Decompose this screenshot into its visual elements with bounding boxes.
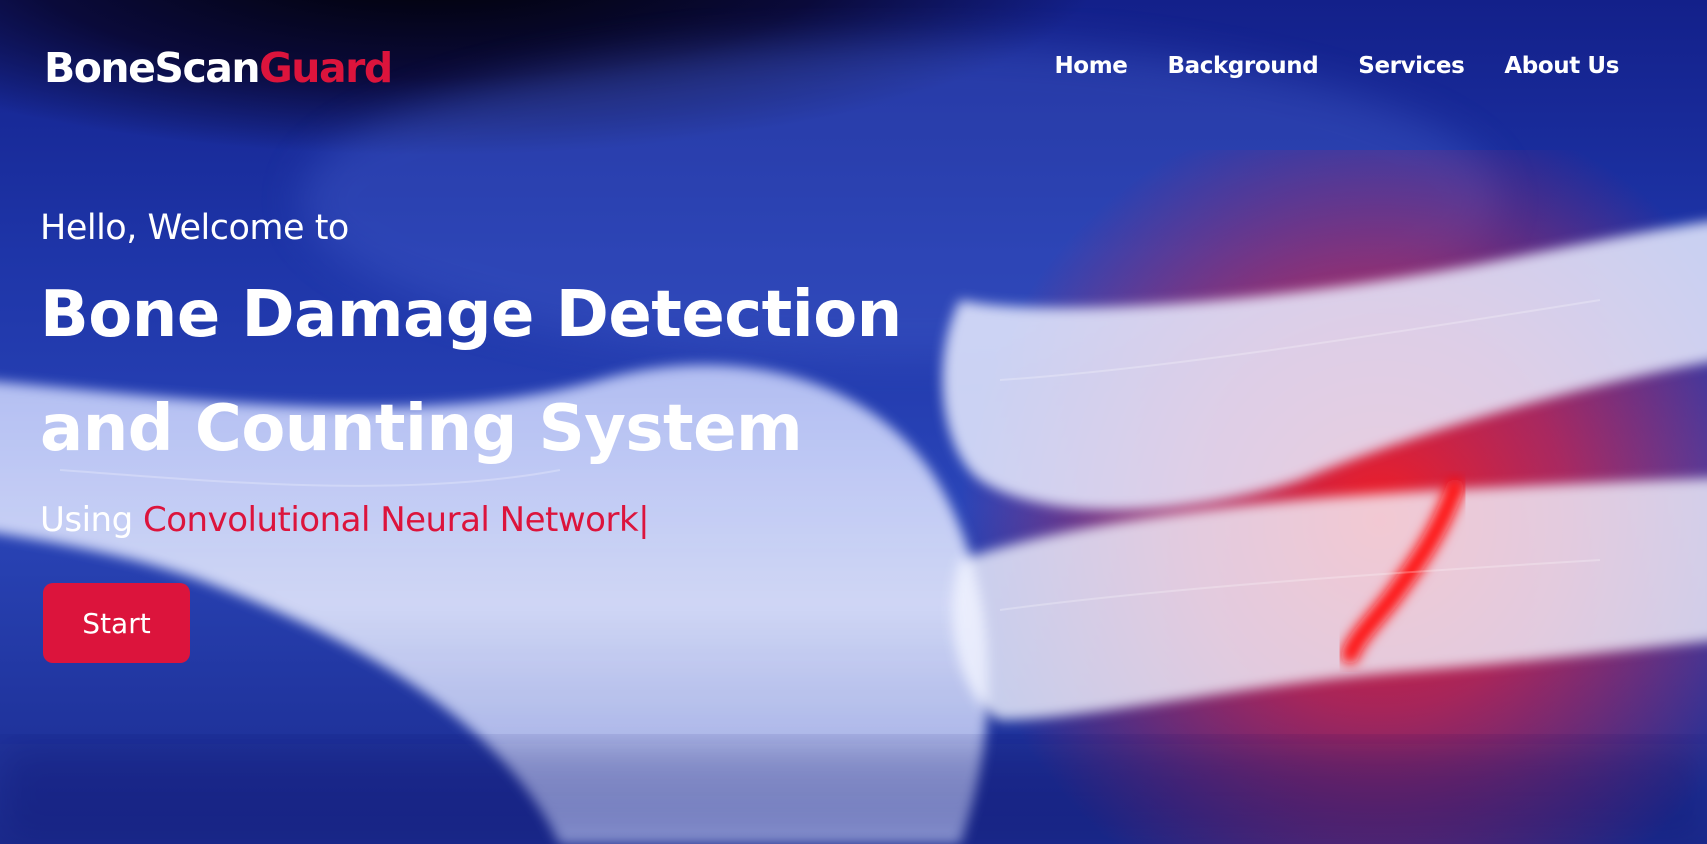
- hero-subtitle: Using Convolutional Neural Network|: [40, 492, 1040, 548]
- hero-title-line1: Bone Damage Detection: [40, 278, 902, 352]
- hero-subtitle-prefix: Using: [40, 500, 143, 540]
- hero-section: BoneScanGuard Home Background Services A…: [0, 0, 1707, 844]
- hero-subtitle-highlight: Convolutional Neural Network|: [142, 500, 650, 540]
- nav-link-home[interactable]: Home: [1054, 48, 1127, 84]
- brand-logo-part1: BoneScan: [44, 44, 261, 92]
- hero-greeting: Hello, Welcome to: [40, 208, 349, 248]
- nav-menu: Home Background Services About Us: [1054, 48, 1619, 84]
- hero-title: Bone Damage Detection and Counting Syste…: [40, 258, 1040, 486]
- nav-link-services[interactable]: Services: [1358, 48, 1465, 84]
- nav-link-about-us[interactable]: About Us: [1504, 48, 1619, 84]
- start-button[interactable]: Start: [43, 583, 190, 663]
- hero-title-line2: and Counting System: [40, 392, 803, 466]
- brand-logo-part2: Guard: [259, 44, 393, 92]
- navbar: BoneScanGuard Home Background Services A…: [0, 0, 1707, 132]
- nav-link-background[interactable]: Background: [1167, 48, 1318, 84]
- hero-content: Hello, Welcome to Bone Damage Detection …: [40, 198, 1040, 548]
- brand-logo[interactable]: BoneScanGuard: [44, 38, 393, 98]
